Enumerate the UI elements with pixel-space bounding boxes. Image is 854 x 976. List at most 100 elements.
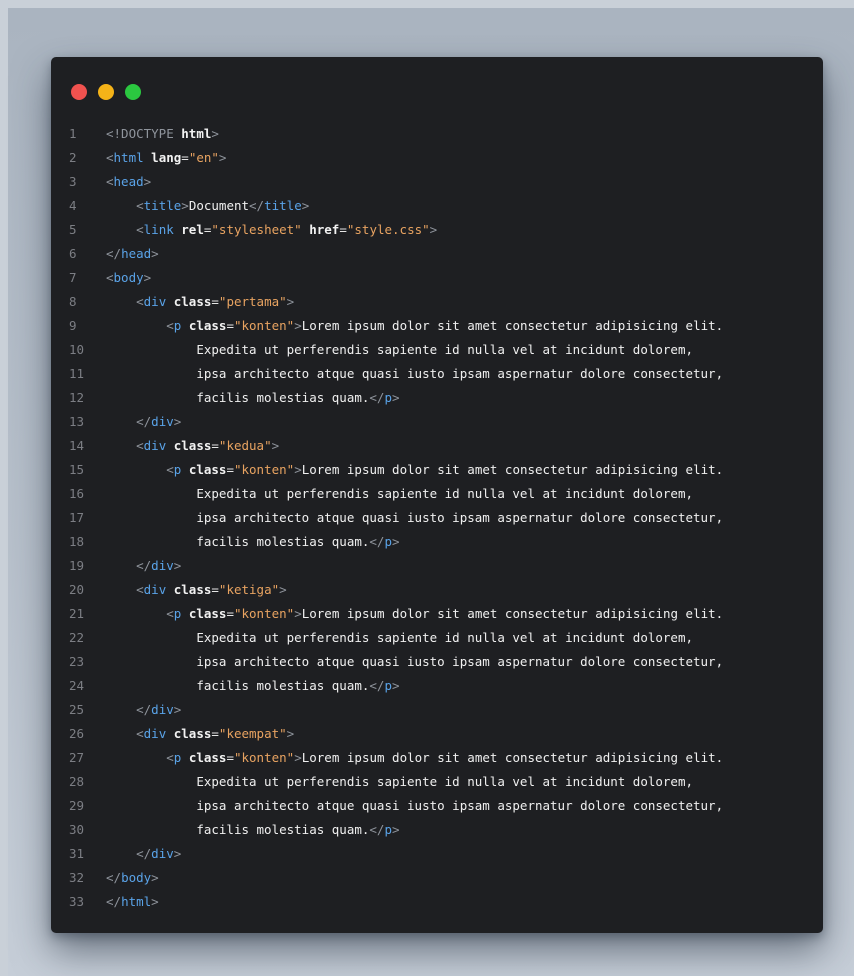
code-token-punct: </ (136, 414, 152, 429)
line-content: <title>Document</title> (106, 194, 309, 218)
code-token-tag: title (143, 198, 182, 213)
code-line: 24 facilis molestias quam.</p> (51, 674, 823, 698)
code-line: 6 </head> (51, 242, 823, 266)
code-line: 7 <body> (51, 266, 823, 290)
code-line: 2 <html lang="en"> (51, 146, 823, 170)
code-token-tag: div (151, 414, 174, 429)
line-number: 21 (69, 606, 85, 621)
code-token-eq: = (226, 750, 234, 765)
close-button[interactable] (71, 84, 87, 100)
code-token-attr: class (173, 294, 212, 309)
code-token-punct: </ (136, 558, 152, 573)
line-content: <html lang="en"> (106, 146, 226, 170)
code-token-tag: p (173, 318, 189, 333)
code-line: 28 Expedita ut perferendis sapiente id n… (51, 770, 823, 794)
code-token-text: ipsa architecto atque quasi iusto ipsam … (196, 510, 724, 525)
code-line: 30 facilis molestias quam.</p> (51, 818, 823, 842)
code-token-eq: = (181, 150, 189, 165)
code-token-text: Lorem ipsum dolor sit amet consectetur a… (301, 318, 724, 333)
code-token-tag: head (121, 246, 152, 261)
code-token-punct: > (151, 246, 159, 261)
line-number: 2 (69, 150, 77, 165)
code-token-text: facilis molestias quam. (196, 534, 370, 549)
line-content: </div> (106, 554, 181, 578)
code-token-punct: </ (369, 678, 385, 693)
code-line: 29 ipsa architecto atque quasi iusto ips… (51, 794, 823, 818)
code-token-text: Expedita ut perferendis sapiente id null… (196, 774, 694, 789)
code-token-eq: = (226, 318, 234, 333)
line-content: Expedita ut perferendis sapiente id null… (106, 338, 693, 362)
code-line: 31 </div> (51, 842, 823, 866)
line-number: 31 (69, 846, 85, 861)
code-line: 5 <link rel="stylesheet" href="style.css… (51, 218, 823, 242)
line-content: <div class="kedua"> (106, 434, 279, 458)
code-token-attr: class (188, 606, 227, 621)
code-token-punct: < (136, 222, 144, 237)
code-token-text: facilis molestias quam. (196, 822, 370, 837)
code-token-tag: body (113, 270, 144, 285)
code-line: 8 <div class="pertama"> (51, 290, 823, 314)
line-content: <div class="ketiga"> (106, 578, 287, 602)
line-content: </div> (106, 410, 181, 434)
code-token-punct: < (136, 726, 144, 741)
line-content: <div class="keempat"> (106, 722, 294, 746)
minimize-button[interactable] (98, 84, 114, 100)
code-token-punct: > (151, 894, 159, 909)
code-line: 25 </div> (51, 698, 823, 722)
code-token-punct: < (166, 462, 174, 477)
code-line: 3 <head> (51, 170, 823, 194)
line-number: 18 (69, 534, 85, 549)
line-content: facilis molestias quam.</p> (106, 386, 400, 410)
code-line: 27 <p class="konten">Lorem ipsum dolor s… (51, 746, 823, 770)
code-token-punct: > (392, 390, 400, 405)
code-token-text: ipsa architecto atque quasi iusto ipsam … (196, 654, 724, 669)
line-number: 4 (69, 198, 77, 213)
code-line: 16 Expedita ut perferendis sapiente id n… (51, 482, 823, 506)
code-token-punct: < (166, 750, 174, 765)
code-token-eq: = (211, 582, 219, 597)
code-line: 13 </div> (51, 410, 823, 434)
code-line: 21 <p class="konten">Lorem ipsum dolor s… (51, 602, 823, 626)
line-content: </div> (106, 842, 181, 866)
code-token-punct: <!DOCTYPE (106, 126, 182, 141)
code-line: 11 ipsa architecto atque quasi iusto ips… (51, 362, 823, 386)
window-controls (71, 84, 141, 100)
code-line: 10 Expedita ut perferendis sapiente id n… (51, 338, 823, 362)
line-content: </head> (106, 242, 159, 266)
code-token-punct: </ (106, 894, 122, 909)
code-token-str: "stylesheet" (211, 222, 302, 237)
line-content: </html> (106, 890, 159, 914)
line-number: 32 (69, 870, 85, 885)
code-token-punct: > (392, 534, 400, 549)
code-token-punct: > (294, 606, 302, 621)
line-content: <!DOCTYPE html> (106, 122, 219, 146)
code-token-punct: </ (136, 846, 152, 861)
code-block: 1 <!DOCTYPE html> 2 <html lang="en"> 3 <head>… (51, 122, 823, 914)
code-token-tag: div (151, 846, 174, 861)
code-line: 4 <title>Document</title> (51, 194, 823, 218)
line-content: facilis molestias quam.</p> (106, 674, 399, 698)
code-token-punct: </ (369, 534, 385, 549)
code-token-punct: < (166, 606, 174, 621)
code-line: 9 <p class="konten">Lorem ipsum dolor si… (51, 314, 823, 338)
line-number: 9 (69, 318, 77, 333)
code-line: 32 </body> (51, 866, 823, 890)
zoom-button[interactable] (125, 84, 141, 100)
code-token-punct: < (136, 198, 144, 213)
code-token-punct: </ (106, 870, 122, 885)
line-number: 11 (69, 366, 85, 381)
code-token-punct: </ (136, 702, 152, 717)
line-number: 15 (69, 462, 85, 477)
code-token-punct: </ (249, 198, 265, 213)
code-token-tag: p (173, 462, 189, 477)
code-line: 12 facilis molestias quam.</p> (51, 386, 823, 410)
line-content: </body> (106, 866, 159, 890)
code-token-tag: head (113, 174, 144, 189)
code-token-text: Document (188, 198, 250, 213)
line-number: 28 (69, 774, 85, 789)
line-number: 27 (69, 750, 85, 765)
code-token-punct: > (392, 822, 400, 837)
code-token-tag: html (121, 894, 152, 909)
line-content: Expedita ut perferendis sapiente id null… (106, 626, 693, 650)
code-token-tag: p (173, 750, 189, 765)
